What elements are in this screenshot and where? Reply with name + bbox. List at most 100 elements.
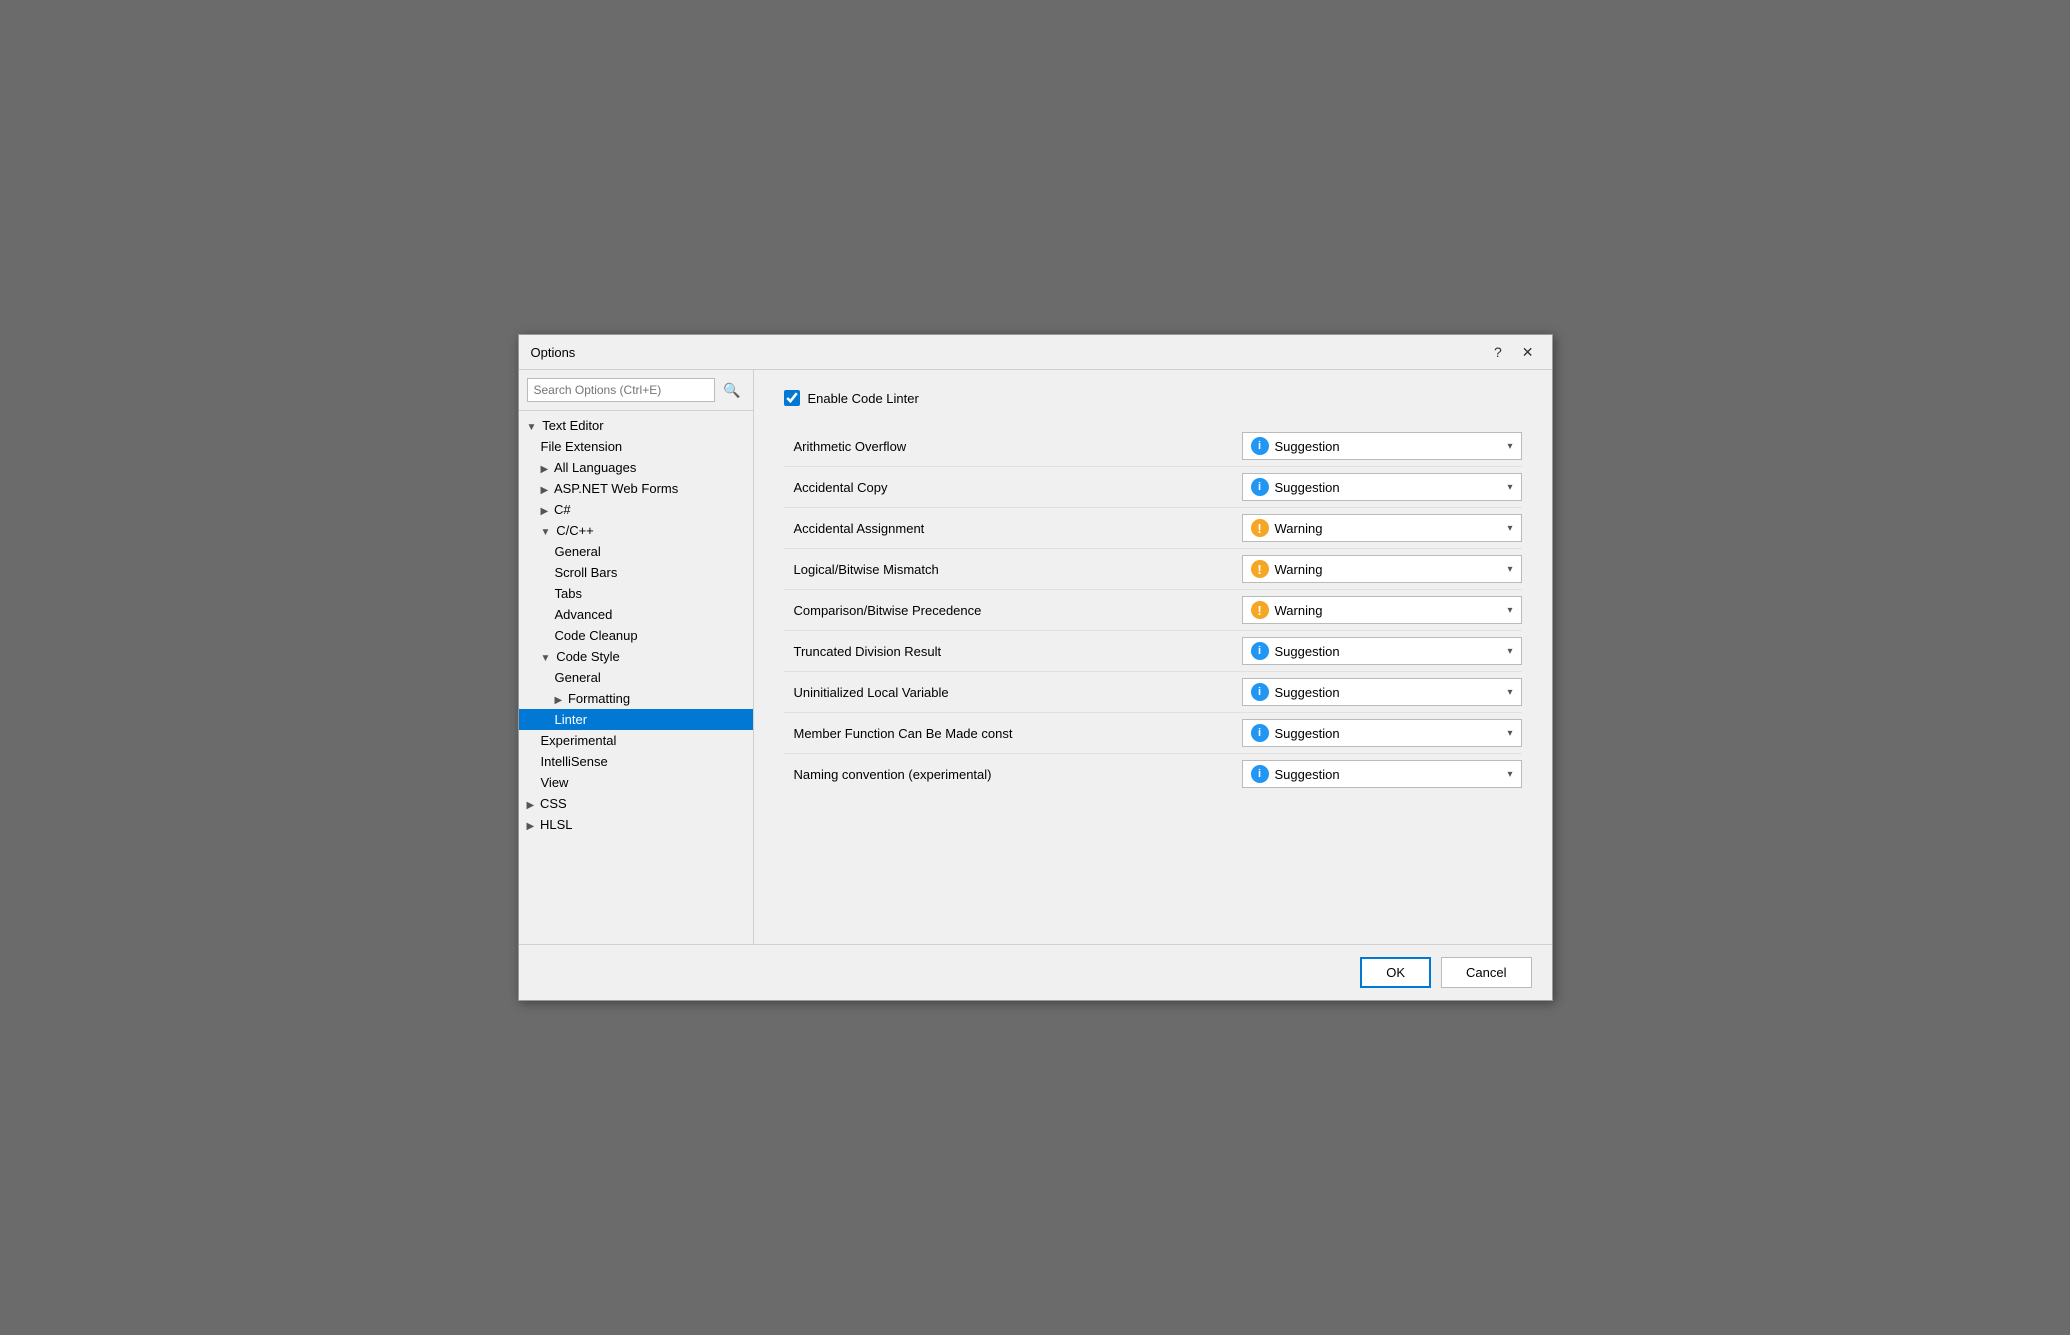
linter-row-member-function-const: Member Function Can Be Made constiSugges… [784, 713, 1522, 754]
linter-row-label: Comparison/Bitwise Precedence [784, 603, 1242, 618]
tree-item-cpp-codecleanup[interactable]: Code Cleanup [519, 625, 753, 646]
tree-item-label: All Languages [554, 460, 636, 475]
chevron-down-icon: ▾ [1507, 687, 1512, 698]
tree-expand-icon: ▼ [527, 422, 540, 433]
chevron-down-icon: ▾ [1507, 564, 1512, 575]
tree-item-hlsl[interactable]: ▶ HLSL [519, 814, 753, 835]
linter-row-arithmetic-overflow: Arithmetic Overflow i Suggestion▾ [784, 426, 1522, 467]
close-button[interactable]: ✕ [1516, 343, 1540, 361]
tree-item-csharp[interactable]: ▶ C# [519, 499, 753, 520]
linter-row-truncated-division-result: Truncated Division ResultiSuggestion▾ [784, 631, 1522, 672]
tree-expand-icon: ▶ [541, 485, 551, 496]
title-bar: Options ? ✕ [519, 335, 1552, 370]
tree-item-cpp-advanced[interactable]: Advanced [519, 604, 753, 625]
tree-item-text-editor[interactable]: ▼ Text Editor [519, 415, 753, 436]
tree-item-cs-general[interactable]: General [519, 667, 753, 688]
chevron-down-icon: ▾ [1507, 769, 1512, 780]
chevron-down-icon: ▾ [1507, 728, 1512, 739]
tree-item-label: Tabs [555, 586, 582, 601]
tree-item-cpp[interactable]: ▼ C/C++ [519, 520, 753, 541]
ok-button[interactable]: OK [1360, 957, 1431, 988]
dropdown-member-function-const[interactable]: iSuggestion▾ [1242, 719, 1522, 747]
tree-item-label: General [555, 670, 601, 685]
dropdown-logical-bitwise-mismatch[interactable]: ! Warning▾ [1242, 555, 1522, 583]
dropdown-accidental-copy[interactable]: i Suggestion▾ [1242, 473, 1522, 501]
tree-item-file-extension[interactable]: File Extension [519, 436, 753, 457]
linter-row-label: Arithmetic Overflow [784, 439, 1242, 454]
tree-item-label: CSS [540, 796, 567, 811]
tree-item-css[interactable]: ▶ CSS [519, 793, 753, 814]
dropdown-truncated-division-result[interactable]: i Suggestion▾ [1242, 637, 1522, 665]
tree-item-label: Code Cleanup [555, 628, 638, 643]
tree-item-cs-linter[interactable]: Linter [519, 709, 753, 730]
dropdown-text: Suggestion [1275, 767, 1504, 782]
tree-item-label: ASP.NET Web Forms [554, 481, 678, 496]
enable-linter-checkbox[interactable] [784, 390, 800, 406]
warning-icon: ! [1251, 601, 1269, 619]
help-button[interactable]: ? [1488, 343, 1508, 361]
dropdown-text: Suggestion [1275, 439, 1504, 454]
dropdown-comparison-bitwise-precedence[interactable]: !Warning▾ [1242, 596, 1522, 624]
enable-linter-row: Enable Code Linter [784, 390, 1522, 406]
tree-expand-icon: ▼ [541, 527, 554, 538]
tree-expand-icon: ▶ [541, 464, 551, 475]
warning-icon: ! [1251, 560, 1269, 578]
tree-item-label: Experimental [541, 733, 617, 748]
linter-row-uninitialized-local-variable: Uninitialized Local Variable i Suggestion▾ [784, 672, 1522, 713]
dropdown-text: Suggestion [1275, 644, 1504, 659]
info-icon: i [1251, 437, 1269, 455]
linter-row-naming-convention: Naming convention (experimental)iSuggest… [784, 754, 1522, 794]
enable-linter-label: Enable Code Linter [808, 391, 919, 406]
linter-row-label: Accidental Copy [784, 480, 1242, 495]
tree-item-cs-intellisense[interactable]: IntelliSense [519, 751, 753, 772]
search-box: 🔍 [519, 370, 753, 411]
chevron-down-icon: ▾ [1507, 482, 1512, 493]
dropdown-naming-convention[interactable]: i Suggestion▾ [1242, 760, 1522, 788]
search-icon[interactable]: 🔍 [719, 380, 744, 401]
dropdown-uninitialized-local-variable[interactable]: i Suggestion▾ [1242, 678, 1522, 706]
linter-row-accidental-copy: Accidental Copy i Suggestion▾ [784, 467, 1522, 508]
info-icon: i [1251, 478, 1269, 496]
linter-row-logical-bitwise-mismatch: Logical/Bitwise Mismatch! Warning▾ [784, 549, 1522, 590]
tree-expand-icon: ▼ [541, 653, 554, 664]
dialog-footer: OK Cancel [519, 944, 1552, 1000]
linter-rows: Arithmetic OverflowiSuggestion▾Accidenta… [784, 426, 1522, 794]
linter-row-accidental-assignment: Accidental Assignment!Warning▾ [784, 508, 1522, 549]
info-icon: i [1251, 724, 1269, 742]
dropdown-accidental-assignment[interactable]: !Warning▾ [1242, 514, 1522, 542]
info-icon: i [1251, 765, 1269, 783]
tree-item-cs-experimental[interactable]: Experimental [519, 730, 753, 751]
dropdown-text: Suggestion [1275, 685, 1504, 700]
tree-item-label: General [555, 544, 601, 559]
chevron-down-icon: ▾ [1507, 441, 1512, 452]
tree-item-cs-view[interactable]: View [519, 772, 753, 793]
info-icon: i [1251, 683, 1269, 701]
linter-row-label: Uninitialized Local Variable [784, 685, 1242, 700]
tree-item-code-style[interactable]: ▼ Code Style [519, 646, 753, 667]
tree-expand-icon: ▶ [527, 821, 537, 832]
info-icon: i [1251, 642, 1269, 660]
warning-icon: ! [1251, 519, 1269, 537]
tree-item-cs-formatting[interactable]: ▶ Formatting [519, 688, 753, 709]
tree-item-label: IntelliSense [541, 754, 608, 769]
tree-item-label: Linter [555, 712, 588, 727]
chevron-down-icon: ▾ [1507, 646, 1512, 657]
dropdown-text: Warning [1275, 562, 1504, 577]
tree-item-cpp-scrollbars[interactable]: Scroll Bars [519, 562, 753, 583]
dropdown-text: Suggestion [1275, 480, 1504, 495]
tree-container[interactable]: ▼ Text Editor File Extension ▶ All Languag… [519, 411, 753, 944]
tree-item-label: File Extension [541, 439, 623, 454]
tree-item-label: Formatting [568, 691, 630, 706]
tree-item-label: Text Editor [542, 418, 603, 433]
dropdown-arithmetic-overflow[interactable]: i Suggestion▾ [1242, 432, 1522, 460]
tree-item-cpp-general[interactable]: General [519, 541, 753, 562]
tree-item-asp-net[interactable]: ▶ ASP.NET Web Forms [519, 478, 753, 499]
tree-expand-icon: ▶ [541, 506, 551, 517]
dropdown-text: Warning [1275, 521, 1504, 536]
tree-item-cpp-tabs[interactable]: Tabs [519, 583, 753, 604]
linter-row-label: Logical/Bitwise Mismatch [784, 562, 1242, 577]
tree-item-all-languages[interactable]: ▶ All Languages [519, 457, 753, 478]
cancel-button[interactable]: Cancel [1441, 957, 1531, 988]
dropdown-text: Warning [1275, 603, 1504, 618]
search-input[interactable] [527, 378, 716, 402]
